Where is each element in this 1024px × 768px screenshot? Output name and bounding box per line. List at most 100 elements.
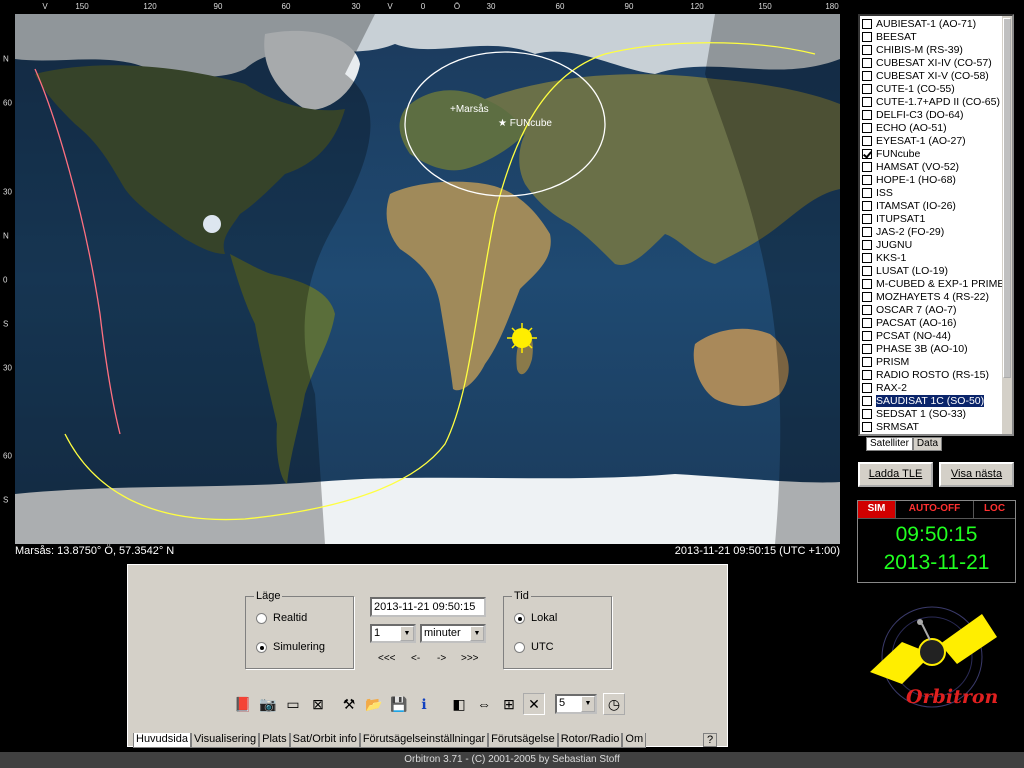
step-forward-button[interactable]: ->: [437, 653, 446, 664]
satellite-item[interactable]: HOPE-1 (HO-68): [862, 173, 1012, 186]
satellite-item[interactable]: PACSAT (AO-16): [862, 316, 1012, 329]
satellite-item[interactable]: RAX-2: [862, 381, 1012, 394]
satellite-item[interactable]: FUNcube: [862, 147, 1012, 160]
satellite-item[interactable]: SAUDISAT 1C (SO-50): [862, 393, 1012, 408]
satellite-item[interactable]: PCSAT (NO-44): [862, 329, 1012, 342]
satellite-marker[interactable]: ★ FUNcube: [498, 118, 552, 129]
satellite-checkbox[interactable]: [862, 96, 872, 107]
satellite-item[interactable]: CUTE-1.7+APD II (CO-65): [862, 95, 1012, 108]
chevron-down-icon[interactable]: ▼: [400, 626, 414, 641]
satellite-checkbox[interactable]: [862, 408, 872, 419]
satellite-checkbox[interactable]: [862, 330, 872, 341]
chevron-down-icon[interactable]: ▼: [470, 626, 484, 641]
satellite-checkbox[interactable]: [862, 317, 872, 328]
satellite-checkbox[interactable]: [862, 226, 872, 237]
step-count-select[interactable]: 1 ▼: [370, 624, 416, 643]
scrollbar-thumb[interactable]: [1003, 18, 1011, 378]
sim-flag[interactable]: SIM: [858, 501, 896, 518]
satellite-checkbox[interactable]: [862, 356, 872, 367]
satellite-checkbox[interactable]: [862, 44, 872, 55]
satellite-item[interactable]: M-CUBED & EXP-1 PRIME: [862, 277, 1012, 290]
satellite-checkbox[interactable]: [862, 239, 872, 250]
satellite-checkbox[interactable]: [862, 70, 872, 81]
satellite-checkbox[interactable]: [862, 421, 872, 432]
satellite-checkbox[interactable]: [862, 109, 872, 120]
satellite-checkbox[interactable]: [862, 187, 872, 198]
satellite-item[interactable]: MOZHAYETS 4 (RS-22): [862, 290, 1012, 303]
tab-main[interactable]: Huvudsida: [133, 733, 191, 748]
satellite-list[interactable]: AUBIESAT-1 (AO-71) BEESAT CHIBIS-M (RS-39)…: [858, 14, 1014, 436]
satellite-checkbox[interactable]: [862, 291, 872, 302]
satellite-checkbox[interactable]: [862, 369, 872, 380]
satellite-checkbox[interactable]: [862, 252, 872, 263]
satellite-checkbox[interactable]: [862, 83, 872, 94]
realtime-radio[interactable]: Realtid: [256, 612, 307, 624]
open-folder-icon[interactable]: 📂: [363, 693, 385, 715]
satellite-item[interactable]: CHIBIS-M (RS-39): [862, 43, 1012, 56]
step-back-button[interactable]: <-: [411, 653, 420, 664]
chevron-down-icon[interactable]: ▼: [581, 696, 595, 712]
tab-satellites[interactable]: Satelliter: [866, 437, 913, 451]
satellite-item[interactable]: LUSAT (LO-19): [862, 264, 1012, 277]
load-tle-button[interactable]: Ladda TLE: [858, 462, 933, 487]
show-next-button[interactable]: Visa nästa: [939, 462, 1014, 487]
satellite-item[interactable]: ITAMSAT (IO-26): [862, 199, 1012, 212]
simulation-radio[interactable]: Simulering: [256, 641, 325, 653]
tab-visualization[interactable]: Visualisering: [190, 733, 260, 748]
satellite-item[interactable]: KKS-1: [862, 251, 1012, 264]
step-back-fast-button[interactable]: <<<: [378, 653, 396, 664]
satellite-item[interactable]: SEDSAT 1 (SO-33): [862, 407, 1012, 420]
tab-about[interactable]: Om: [622, 733, 647, 748]
satellite-checkbox[interactable]: [862, 148, 872, 159]
step-forward-fast-button[interactable]: >>>: [461, 653, 479, 664]
satellite-item[interactable]: DELFI-C3 (DO-64): [862, 108, 1012, 121]
book-icon[interactable]: 📕: [232, 693, 254, 715]
satellite-checkbox[interactable]: [862, 265, 872, 276]
local-radio[interactable]: Lokal: [514, 612, 557, 624]
minimize-icon[interactable]: ▭: [282, 693, 304, 715]
satellite-checkbox[interactable]: [862, 395, 872, 406]
satellite-checkbox[interactable]: [862, 278, 872, 289]
satellite-checkbox[interactable]: [862, 161, 872, 172]
tab-sat-orbit-info[interactable]: Sat/Orbit info: [289, 733, 360, 748]
fullscreen-icon[interactable]: ◧: [448, 693, 470, 715]
satellite-checkbox[interactable]: [862, 200, 872, 211]
satellite-checkbox[interactable]: [862, 343, 872, 354]
satellite-checkbox[interactable]: [862, 213, 872, 224]
cross-arrows-icon[interactable]: ✕: [523, 693, 545, 715]
satellite-item[interactable]: HAMSAT (VO-52): [862, 160, 1012, 173]
tab-prediction[interactable]: Förutsägelse: [488, 733, 558, 748]
tools-icon[interactable]: ⚒: [338, 693, 360, 715]
zoom-select[interactable]: 5 ▼: [555, 694, 597, 714]
satellite-checkbox[interactable]: [862, 57, 872, 68]
satellite-item[interactable]: CUTE-1 (CO-55): [862, 82, 1012, 95]
satellite-item[interactable]: PHASE 3B (AO-10): [862, 342, 1012, 355]
info-icon[interactable]: ℹ: [413, 693, 435, 715]
utc-radio[interactable]: UTC: [514, 641, 554, 653]
satellite-item[interactable]: ITUPSAT1: [862, 212, 1012, 225]
satellite-item[interactable]: RADIO ROSTO (RS-15): [862, 368, 1012, 381]
satellite-item[interactable]: ISS: [862, 186, 1012, 199]
satellite-checkbox[interactable]: [862, 122, 872, 133]
satellite-checkbox[interactable]: [862, 174, 872, 185]
satellite-item[interactable]: OSCAR 7 (AO-7): [862, 303, 1012, 316]
tab-location[interactable]: Plats: [259, 733, 290, 748]
satellite-item[interactable]: EYESAT-1 (AO-27): [862, 134, 1012, 147]
close-window-icon[interactable]: ⊠: [307, 693, 329, 715]
world-map[interactable]: +Marsås ★ FUNcube: [15, 14, 840, 544]
satellite-item[interactable]: JAS-2 (FO-29): [862, 225, 1012, 238]
satellite-checkbox[interactable]: [862, 382, 872, 393]
tab-data[interactable]: Data: [912, 437, 943, 451]
auto-off-flag[interactable]: AUTO-OFF: [896, 501, 974, 518]
loc-flag[interactable]: LOC: [974, 501, 1015, 518]
grid-icon[interactable]: ⊞: [498, 693, 520, 715]
expand-horizontal-icon[interactable]: ⇔: [473, 693, 495, 715]
datetime-field[interactable]: 2013-11-21 09:50:15: [370, 597, 486, 617]
list-scrollbar[interactable]: [1002, 16, 1012, 434]
satellite-item[interactable]: CUBESAT XI-V (CO-58): [862, 69, 1012, 82]
satellite-item[interactable]: SRMSAT: [862, 420, 1012, 433]
camera-icon[interactable]: 📷: [257, 693, 279, 715]
tab-prediction-settings[interactable]: Förutsägelseinställningar: [359, 733, 489, 748]
save-icon[interactable]: 💾: [388, 693, 410, 715]
satellite-checkbox[interactable]: [862, 18, 872, 29]
